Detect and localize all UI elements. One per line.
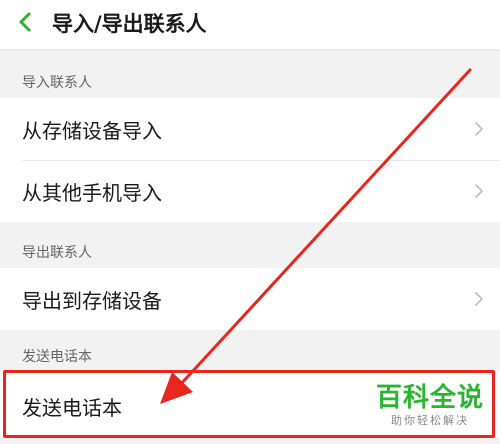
export-to-storage-label: 导出到存储设备 bbox=[22, 289, 162, 313]
import-group: 从存储设备导入 从其他手机导入 bbox=[0, 98, 500, 222]
import-from-other-phone-label: 从其他手机导入 bbox=[22, 181, 162, 205]
watermark-title: 百科全说 bbox=[375, 383, 484, 413]
back-chevron-icon[interactable] bbox=[14, 10, 38, 34]
chevron-right-icon bbox=[475, 122, 483, 136]
top-bar: 导入/导出联系人 bbox=[0, 0, 500, 50]
chevron-right-icon bbox=[475, 292, 483, 306]
watermark: 百科全说 助你轻松解决 bbox=[370, 383, 490, 429]
import-from-storage-label: 从存储设备导入 bbox=[22, 119, 162, 143]
page-title: 导入/导出联系人 bbox=[52, 12, 207, 36]
section-label-import: 导入联系人 bbox=[22, 75, 92, 91]
import-from-storage-item[interactable]: 从存储设备导入 bbox=[0, 98, 500, 160]
send-phonebook-label: 发送电话本 bbox=[22, 396, 122, 420]
export-group: 导出到存储设备 bbox=[0, 268, 500, 330]
export-to-storage-item[interactable]: 导出到存储设备 bbox=[0, 268, 500, 330]
watermark-subtitle: 助你轻松解决 bbox=[391, 414, 469, 427]
section-label-send: 发送电话本 bbox=[22, 349, 92, 365]
import-from-other-phone-item[interactable]: 从其他手机导入 bbox=[0, 160, 500, 222]
chevron-right-icon bbox=[475, 184, 483, 198]
section-label-export: 导出联系人 bbox=[22, 245, 92, 261]
